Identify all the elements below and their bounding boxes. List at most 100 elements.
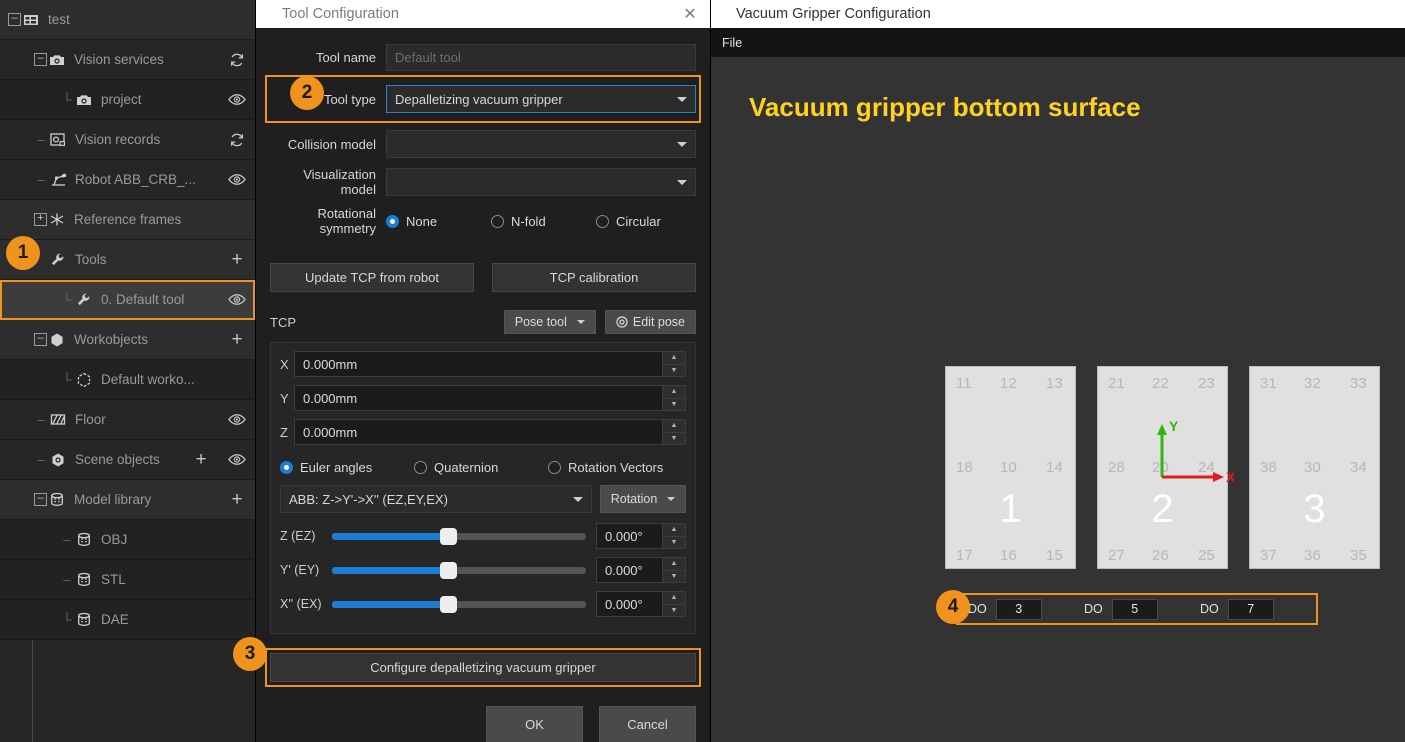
suction-cell[interactable]: 16 xyxy=(1000,547,1017,564)
suction-cell[interactable]: 37 xyxy=(1260,547,1277,564)
tcp-axis-input[interactable]: 0.000mm xyxy=(294,351,662,377)
stepper-down-icon[interactable]: ▼ xyxy=(663,571,685,583)
suction-cell[interactable]: 13 xyxy=(1046,375,1063,392)
euler-slider-track[interactable] xyxy=(332,561,586,579)
rotation-mode-rotation-vectors[interactable]: Rotation Vectors xyxy=(548,460,663,475)
tree-item-default-worko[interactable]: └ Default worko... xyxy=(0,360,255,400)
euler-angle-input[interactable]: 0.000° xyxy=(596,523,662,549)
euler-convention-select[interactable]: ABB: Z->Y'->X'' (EZ,EY,EX) xyxy=(280,485,592,513)
stepper-down-icon[interactable]: ▼ xyxy=(663,433,685,445)
suction-cell[interactable]: 25 xyxy=(1198,547,1215,564)
tcp-axis-stepper[interactable]: ▲ ▼ xyxy=(662,385,686,411)
suction-cell[interactable]: 33 xyxy=(1350,375,1367,392)
suction-cell[interactable]: 35 xyxy=(1350,547,1367,564)
collapse-icon[interactable]: – xyxy=(34,493,47,506)
gripper-section-2[interactable]: 21 22 23 28 20 24 27 26 25 2 Y X xyxy=(1097,366,1234,569)
tool-type-select[interactable]: Depalletizing vacuum gripper xyxy=(386,85,696,113)
suction-cell[interactable]: 11 xyxy=(956,375,972,392)
collapse-icon[interactable]: – xyxy=(8,13,21,26)
suction-cell[interactable]: 34 xyxy=(1350,459,1367,476)
tree-item-workobjects[interactable]: – Workobjects + xyxy=(0,320,255,360)
symmetry-radio-circular[interactable]: Circular xyxy=(596,214,661,229)
menu-item-file[interactable]: File xyxy=(722,36,742,50)
symmetry-radio-n-fold[interactable]: N-fold xyxy=(491,214,596,229)
collision-model-select[interactable] xyxy=(386,130,696,158)
plus-icon[interactable]: + xyxy=(219,480,255,520)
slider-handle[interactable] xyxy=(440,595,458,613)
suction-cell[interactable]: 38 xyxy=(1260,459,1277,476)
tcp-axis-stepper[interactable]: ▲ ▼ xyxy=(662,351,686,377)
gripper-section-3[interactable]: 31 32 33 38 30 34 37 36 35 3 xyxy=(1249,366,1380,569)
suction-cell[interactable]: 27 xyxy=(1108,547,1125,564)
suction-cell[interactable]: 30 xyxy=(1304,459,1321,476)
eye-icon[interactable] xyxy=(219,440,255,480)
symmetry-radio-none[interactable]: None xyxy=(386,214,491,229)
rotation-dropdown[interactable]: Rotation xyxy=(600,485,686,513)
eye-icon[interactable] xyxy=(219,80,255,120)
eye-icon[interactable] xyxy=(219,280,255,320)
suction-cell[interactable]: 31 xyxy=(1260,375,1277,392)
stepper-down-icon[interactable]: ▼ xyxy=(663,399,685,411)
suction-cell[interactable]: 21 xyxy=(1108,375,1125,392)
do-value-input[interactable]: 5 xyxy=(1111,598,1158,620)
suction-cell[interactable]: 17 xyxy=(956,547,973,564)
euler-angle-input[interactable]: 0.000° xyxy=(596,591,662,617)
tree-item-obj[interactable]: – OBJ xyxy=(0,520,255,560)
tree-item-vision-records[interactable]: – Vision records xyxy=(0,120,255,160)
collapse-icon[interactable]: – xyxy=(34,333,47,346)
do-value-input[interactable]: 3 xyxy=(995,598,1042,620)
edit-pose-button[interactable]: Edit pose xyxy=(604,310,696,334)
tree-item-0-default-tool[interactable]: └ 0. Default tool xyxy=(0,280,255,320)
tree-item-vision-services[interactable]: – Vision services xyxy=(0,40,255,80)
slider-handle[interactable] xyxy=(440,561,458,579)
gripper-section-1[interactable]: 11 12 13 18 10 14 17 16 15 1 xyxy=(945,366,1076,569)
tree-item-dae[interactable]: └ DAE xyxy=(0,600,255,640)
ok-button[interactable]: OK xyxy=(486,706,583,742)
tcp-axis-input[interactable]: 0.000mm xyxy=(294,385,662,411)
visualization-model-select[interactable] xyxy=(386,168,696,196)
slider-handle[interactable] xyxy=(440,527,458,545)
stepper-up-icon[interactable]: ▲ xyxy=(663,524,685,537)
stepper-down-icon[interactable]: ▼ xyxy=(663,537,685,549)
refresh-icon[interactable] xyxy=(219,40,255,80)
plus-icon[interactable]: + xyxy=(219,320,255,360)
suction-cell[interactable]: 26 xyxy=(1152,547,1169,564)
tree-item-stl[interactable]: – STL xyxy=(0,560,255,600)
tree-item-model-library[interactable]: – Model library + xyxy=(0,480,255,520)
euler-angle-stepper[interactable]: ▲ ▼ xyxy=(662,591,686,617)
suction-cell[interactable]: 23 xyxy=(1198,375,1215,392)
suction-cell[interactable]: 10 xyxy=(1000,459,1017,476)
suction-cell[interactable]: 14 xyxy=(1046,459,1063,476)
tree-item-project[interactable]: └ project xyxy=(0,80,255,120)
euler-slider-track[interactable] xyxy=(332,595,586,613)
tree-item-robot-abb-crb[interactable]: – Robot ABB_CRB_... xyxy=(0,160,255,200)
stepper-up-icon[interactable]: ▲ xyxy=(663,592,685,605)
euler-angle-input[interactable]: 0.000° xyxy=(596,557,662,583)
tcp-axis-stepper[interactable]: ▲ ▼ xyxy=(662,419,686,445)
stepper-up-icon[interactable]: ▲ xyxy=(663,420,685,433)
rotation-mode-euler-angles[interactable]: Euler angles xyxy=(280,460,414,475)
stepper-up-icon[interactable]: ▲ xyxy=(663,352,685,365)
configure-depalletizing-vacuum-gripper-button[interactable]: Configure depalletizing vacuum gripper xyxy=(270,653,696,682)
stepper-up-icon[interactable]: ▲ xyxy=(663,386,685,399)
plus-icon[interactable]: + xyxy=(183,440,219,480)
stepper-up-icon[interactable]: ▲ xyxy=(663,558,685,571)
tree-item-reference-frames[interactable]: + Reference frames xyxy=(0,200,255,240)
close-icon[interactable]: ✕ xyxy=(678,4,702,24)
tcp-calibration-button[interactable]: TCP calibration xyxy=(492,263,696,292)
tree-item-floor[interactable]: – Floor xyxy=(0,400,255,440)
suction-cell[interactable]: 32 xyxy=(1304,375,1321,392)
stepper-down-icon[interactable]: ▼ xyxy=(663,365,685,377)
do-value-input[interactable]: 7 xyxy=(1227,598,1274,620)
update-tcp-from-robot-button[interactable]: Update TCP from robot xyxy=(270,263,474,292)
euler-slider-track[interactable] xyxy=(332,527,586,545)
tcp-axis-input[interactable]: 0.000mm xyxy=(294,419,662,445)
collapse-icon[interactable]: – xyxy=(34,53,47,66)
eye-icon[interactable] xyxy=(219,400,255,440)
euler-angle-stepper[interactable]: ▲ ▼ xyxy=(662,523,686,549)
expand-icon[interactable]: + xyxy=(34,213,47,226)
suction-cell[interactable]: 28 xyxy=(1108,459,1125,476)
refresh-icon[interactable] xyxy=(219,120,255,160)
stepper-down-icon[interactable]: ▼ xyxy=(663,605,685,617)
suction-cell[interactable]: 15 xyxy=(1046,547,1063,564)
